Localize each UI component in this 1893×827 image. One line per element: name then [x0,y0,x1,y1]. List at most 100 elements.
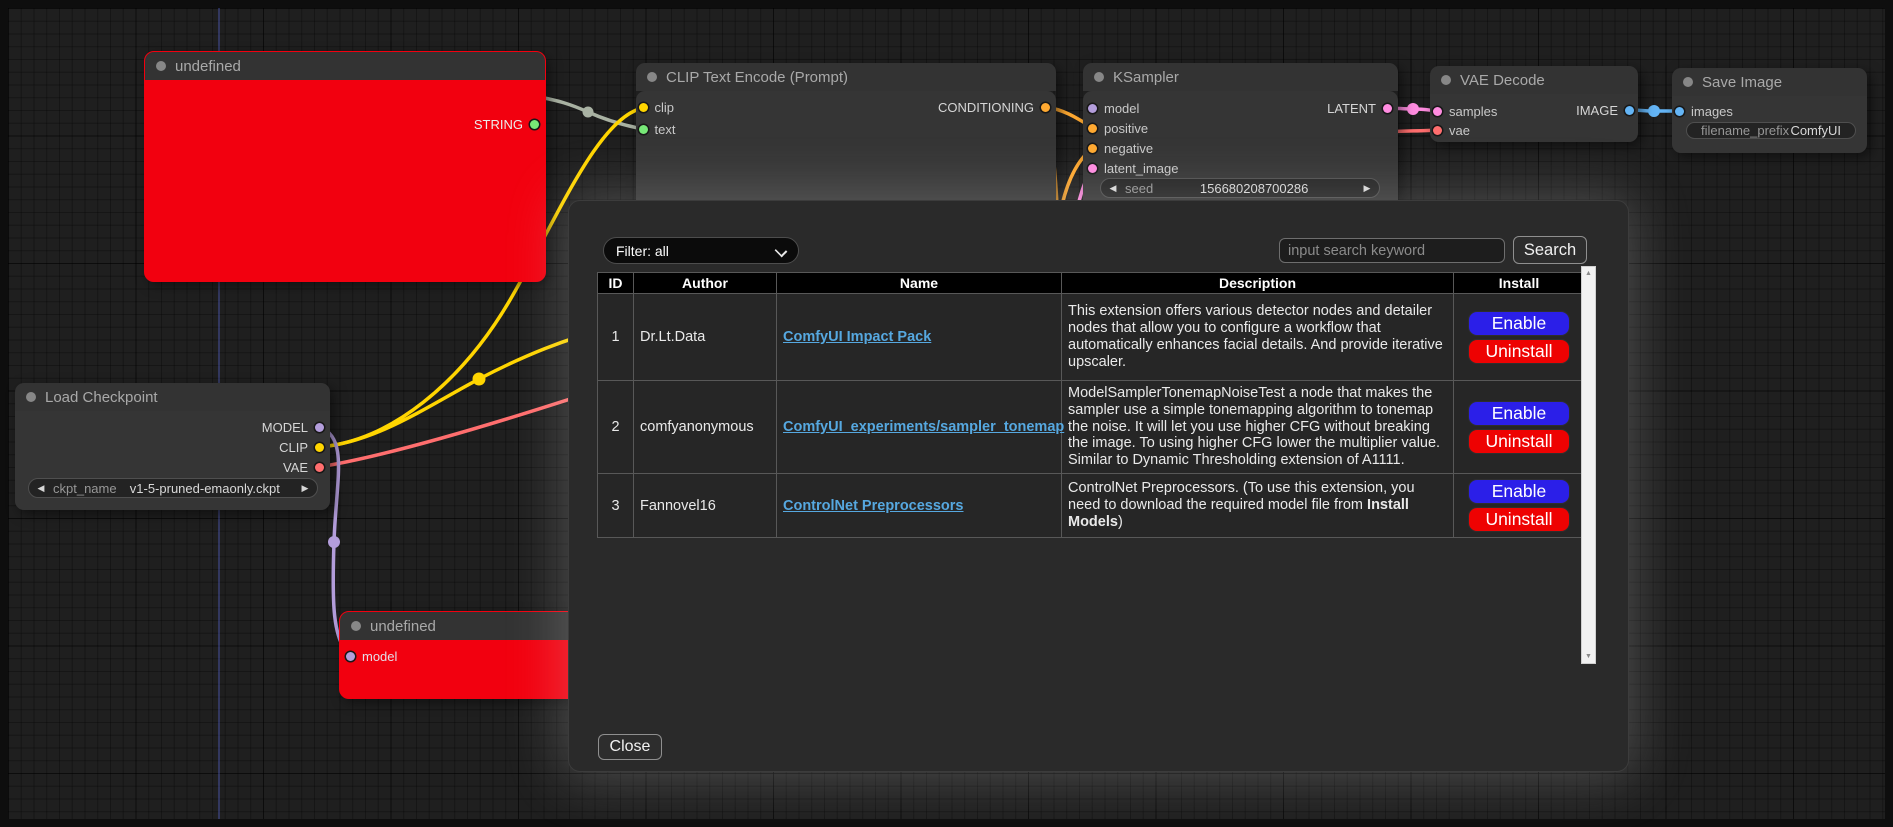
image-output-dot[interactable] [1625,106,1634,115]
enable-button[interactable]: Enable [1468,401,1570,426]
extension-name-link[interactable]: ComfyUI_experiments/sampler_tonemap [783,419,1064,435]
output-slot-clip[interactable]: CLIP [279,440,324,454]
input-label: images [1691,104,1733,119]
output-slot-conditioning[interactable]: CONDITIONING [938,100,1050,114]
node-collapse-dot-icon[interactable] [647,72,657,82]
widget-increment-arrow-icon[interactable]: ▶ [1355,183,1379,194]
latent-slot-dot[interactable] [1088,164,1097,173]
node-collapse-dot-icon[interactable] [26,392,36,402]
input-slot-model[interactable]: model [1088,101,1139,115]
widget-decrement-arrow-icon[interactable]: ◀ [29,483,53,494]
node-title: Load Checkpoint [45,389,158,406]
filename-prefix-widget[interactable]: filename_prefix ComfyUI [1686,122,1856,139]
node-title-bar[interactable]: undefined [145,52,545,80]
search-input[interactable] [1279,238,1505,263]
enable-button[interactable]: Enable [1468,479,1570,504]
filter-select[interactable]: Filter: all [603,237,799,264]
conditioning-slot-dot[interactable] [1041,103,1050,112]
output-slot-vae[interactable]: VAE [283,460,324,474]
input-slot-negative[interactable]: negative [1088,141,1153,155]
model-slot-dot[interactable] [1088,104,1097,113]
ckpt-name-widget[interactable]: ◀ ckpt_name v1-5-pruned-emaonly.ckpt ▶ [28,478,318,498]
node-title-bar[interactable]: Save Image [1672,68,1867,96]
node-title: VAE Decode [1460,72,1545,89]
widget-label: seed [1125,181,1153,196]
input-slot-vae[interactable]: vae [1433,123,1470,137]
input-slot-images[interactable]: images [1675,104,1733,118]
output-slot-latent[interactable]: LATENT [1327,101,1392,115]
extension-id: 1 [598,294,634,381]
clip-slot-dot[interactable] [639,103,648,112]
string-slot-dot[interactable] [530,120,539,129]
node-title-bar[interactable]: Load Checkpoint [15,383,330,411]
samples-slot-dot[interactable] [1433,107,1442,116]
extensions-table: ID Author Name Description Install 1Dr.L… [597,272,1585,538]
vae-output-dot[interactable] [315,463,324,472]
node-title-bar[interactable]: CLIP Text Encode (Prompt) [636,63,1056,91]
uninstall-button[interactable]: Uninstall [1468,507,1570,532]
extension-name-link[interactable]: ControlNet Preprocessors [783,498,964,514]
node-ksampler[interactable]: KSampler model positive negative latent_… [1083,63,1398,203]
input-slot-samples[interactable]: samples [1433,104,1497,118]
model-slot-dot[interactable] [346,652,355,661]
input-slot-positive[interactable]: positive [1088,121,1148,135]
extension-author: comfyanonymous [634,381,777,474]
seed-widget[interactable]: ◀ seed 156680208700286 ▶ [1100,178,1380,198]
negative-slot-dot[interactable] [1088,144,1097,153]
node-title: KSampler [1113,69,1179,86]
node-body: model positive negative latent_image LAT… [1083,91,1398,203]
extension-name: ControlNet Preprocessors [777,474,1062,538]
node-load-checkpoint[interactable]: Load Checkpoint MODEL CLIP VAE ◀ ckpt_na… [15,383,330,510]
extensions-table-container: ID Author Name Description Install 1Dr.L… [597,272,1584,538]
input-slot-latent-image[interactable]: latent_image [1088,161,1178,175]
node-undefined-top[interactable]: undefined STRING [145,52,545,281]
images-slot-dot[interactable] [1675,107,1684,116]
input-slot-model[interactable]: model [346,649,397,663]
node-collapse-dot-icon[interactable] [156,61,166,71]
scroll-down-arrow-icon[interactable]: ▼ [1582,653,1595,660]
header-id: ID [598,273,634,294]
app-frame: undefined STRING CLIP Text Encode (Promp… [0,0,1893,827]
text-slot-dot[interactable] [639,125,648,134]
vae-slot-dot[interactable] [1433,126,1442,135]
input-slot-text[interactable]: text [639,122,676,136]
positive-slot-dot[interactable] [1088,124,1097,133]
uninstall-button[interactable]: Uninstall [1468,429,1570,454]
enable-button[interactable]: Enable [1468,311,1570,336]
scroll-up-arrow-icon[interactable]: ▲ [1582,270,1595,277]
extension-name-link[interactable]: ComfyUI Impact Pack [783,329,931,345]
output-slot-string[interactable]: STRING [474,117,539,131]
output-slot-image[interactable]: IMAGE [1576,103,1634,117]
model-output-dot[interactable] [315,423,324,432]
uninstall-button[interactable]: Uninstall [1468,339,1570,364]
table-scrollbar[interactable]: ▲ ▼ [1581,266,1596,664]
node-vae-decode[interactable]: VAE Decode samples vae IMAGE [1430,66,1638,142]
widget-value[interactable]: 156680208700286 [1153,181,1355,196]
extension-author: Dr.Lt.Data [634,294,777,381]
output-label: CONDITIONING [938,100,1034,115]
clip-output-dot[interactable] [315,443,324,452]
node-collapse-dot-icon[interactable] [1094,72,1104,82]
search-button[interactable]: Search [1513,236,1587,264]
node-title-bar[interactable]: VAE Decode [1430,66,1638,94]
input-label: text [655,122,676,137]
node-title-bar[interactable]: KSampler [1083,63,1398,91]
input-slot-clip[interactable]: clip [639,100,675,114]
node-clip-text-encode[interactable]: CLIP Text Encode (Prompt) clip text COND… [636,63,1056,203]
widget-value[interactable]: ComfyUI [1790,123,1841,138]
widget-increment-arrow-icon[interactable]: ▶ [293,483,317,494]
widget-label: filename_prefix [1701,123,1789,138]
node-save-image[interactable]: Save Image images filename_prefix ComfyU… [1672,68,1867,153]
latent-output-dot[interactable] [1383,104,1392,113]
node-collapse-dot-icon[interactable] [1441,75,1451,85]
node-collapse-dot-icon[interactable] [351,621,361,631]
output-slot-model[interactable]: MODEL [262,420,324,434]
extension-description: This extension offers various detector n… [1062,294,1454,381]
widget-value[interactable]: v1-5-pruned-emaonly.ckpt [117,481,293,496]
output-label: MODEL [262,420,308,435]
node-collapse-dot-icon[interactable] [1683,77,1693,87]
node-title: undefined [370,618,436,635]
node-body: STRING [145,80,545,281]
close-button[interactable]: Close [598,734,662,760]
widget-decrement-arrow-icon[interactable]: ◀ [1101,183,1125,194]
